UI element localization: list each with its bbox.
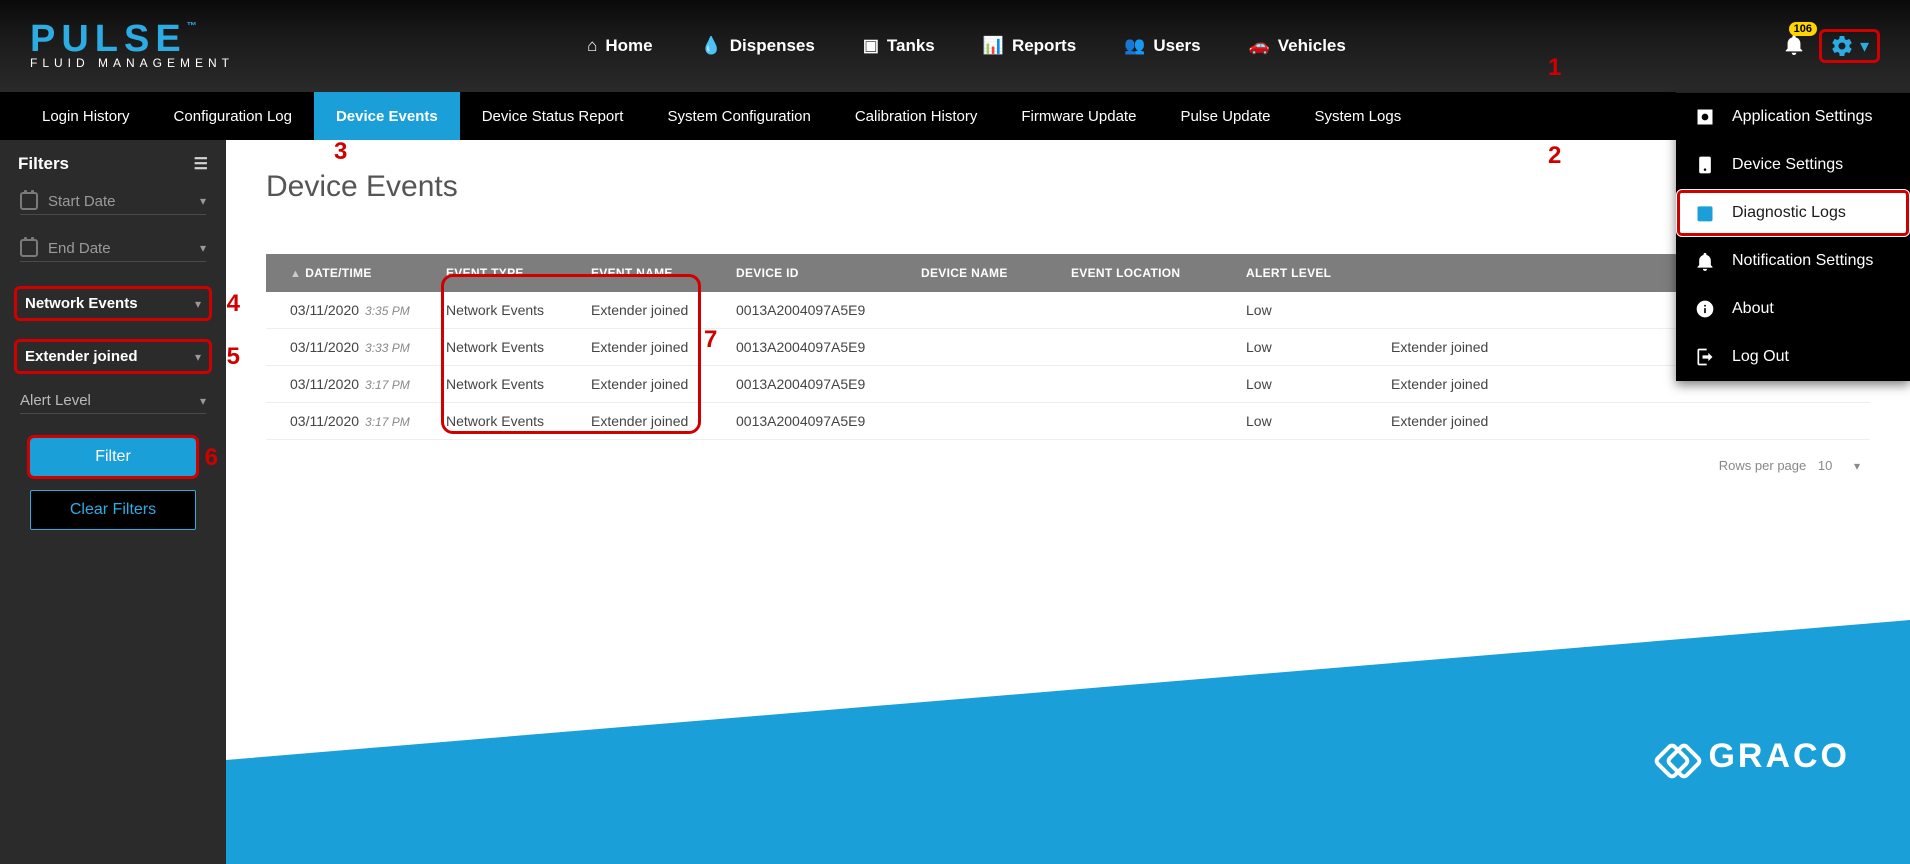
calendar-icon [1694, 203, 1716, 223]
menu-diagnostic-logs[interactable]: Diagnostic Logs [1676, 189, 1910, 237]
tab-login-history[interactable]: Login History [20, 92, 152, 140]
tab-device-status-report[interactable]: Device Status Report [460, 92, 646, 140]
col-datetime[interactable]: ▲DATE/TIME [266, 254, 436, 292]
page-body: Device Events ▲DATE/TIME EVENT TYPE EVEN… [226, 140, 1910, 620]
menu-log-out[interactable]: Log Out [1676, 333, 1910, 381]
chevron-down-icon: ▾ [200, 241, 206, 255]
chart-icon: 📊 [983, 36, 1004, 56]
main-panel: Device Events ▲DATE/TIME EVENT TYPE EVEN… [226, 140, 1910, 864]
filter-toggle-icon[interactable]: ☰ [194, 154, 208, 174]
footer-brand: GRACO [1658, 737, 1850, 776]
callout-7: 7 [704, 326, 717, 354]
footer: GRACO [226, 620, 1910, 864]
users-icon: 👥 [1124, 36, 1145, 56]
tab-device-events-highlight: Device Events [314, 92, 460, 140]
rows-per-page-value[interactable]: 10 [1818, 458, 1832, 473]
table-row[interactable]: 03/11/20203:33 PMNetwork EventsExtender … [266, 329, 1870, 366]
menu-about[interactable]: About [1676, 285, 1910, 333]
menu-notification-settings[interactable]: Notification Settings [1676, 237, 1910, 285]
settings-button[interactable]: ▾ [1819, 29, 1880, 63]
page-title: Device Events [266, 170, 1870, 204]
table-row[interactable]: 03/11/20203:17 PMNetwork EventsExtender … [266, 403, 1870, 440]
sub-nav: Login History Configuration Log Device E… [0, 92, 1910, 140]
tab-configuration-log[interactable]: Configuration Log [152, 92, 314, 140]
logo-tm: ™ [187, 21, 197, 32]
table-row[interactable]: 03/11/20203:17 PMNetwork EventsExtender … [266, 366, 1870, 403]
settings-square-icon [1694, 107, 1716, 127]
content: Filters ☰ Start Date ▾ End Date ▾ Networ… [0, 140, 1910, 864]
menu-application-settings[interactable]: Application Settings [1676, 93, 1910, 141]
bell-icon [1694, 251, 1716, 271]
vehicle-icon: 🚗 [1249, 36, 1270, 56]
tab-system-configuration[interactable]: System Configuration [645, 92, 832, 140]
table-row[interactable]: 03/11/20203:35 PMNetwork EventsExtender … [266, 292, 1870, 329]
nav-dispenses[interactable]: 💧Dispenses [701, 36, 815, 56]
info-icon [1694, 299, 1716, 319]
table-header-row: ▲DATE/TIME EVENT TYPE EVENT NAME DEVICE … [266, 254, 1870, 292]
callout-6: 6 [205, 444, 218, 472]
event-name-select[interactable]: Extender joined ▾ [14, 339, 212, 374]
sort-asc-icon: ▲ [290, 268, 301, 280]
graco-logo-icon [1658, 739, 1694, 775]
nav-users[interactable]: 👥Users [1124, 36, 1200, 56]
callout-1: 1 [1548, 54, 1561, 82]
tab-pulse-update[interactable]: Pulse Update [1158, 92, 1292, 140]
clear-filters-button[interactable]: Clear Filters [30, 490, 196, 530]
top-right: 106 ▾ [1783, 29, 1880, 63]
rows-per-page: Rows per page 10 ▾ [266, 440, 1870, 477]
event-type-select[interactable]: Network Events ▾ [14, 286, 212, 321]
events-table: ▲DATE/TIME EVENT TYPE EVENT NAME DEVICE … [266, 254, 1870, 477]
top-header: PULSE™ FLUID MANAGEMENT ⌂Home 💧Dispenses… [0, 0, 1910, 92]
drop-icon: 💧 [701, 36, 722, 56]
nav-reports[interactable]: 📊Reports [983, 36, 1076, 56]
callout-3: 3 [334, 138, 347, 166]
logo: PULSE™ FLUID MANAGEMENT [30, 22, 270, 70]
nav-home[interactable]: ⌂Home [587, 36, 653, 56]
device-icon [1694, 155, 1716, 175]
tab-calibration-history[interactable]: Calibration History [833, 92, 1000, 140]
logo-subtitle: FLUID MANAGEMENT [30, 56, 270, 70]
calendar-icon [20, 192, 38, 210]
chevron-down-icon: ▾ [200, 394, 206, 408]
tab-system-logs[interactable]: System Logs [1293, 92, 1424, 140]
filter-button[interactable]: Filter [30, 438, 196, 476]
col-device-id[interactable]: DEVICE ID [726, 254, 911, 292]
chevron-down-icon: ▾ [200, 194, 206, 208]
settings-menu: Application Settings Device Settings Dia… [1676, 92, 1910, 381]
gear-icon [1830, 34, 1854, 58]
tank-icon: ▣ [863, 36, 879, 56]
col-event-name[interactable]: EVENT NAME [581, 254, 726, 292]
end-date-input[interactable]: End Date ▾ [20, 239, 206, 262]
col-device-name[interactable]: DEVICE NAME [911, 254, 1061, 292]
menu-device-settings[interactable]: Device Settings [1676, 141, 1910, 189]
notifications-badge: 106 [1789, 22, 1817, 36]
chevron-down-icon: ▾ [1860, 36, 1869, 57]
tab-firmware-update[interactable]: Firmware Update [999, 92, 1158, 140]
start-date-input[interactable]: Start Date ▾ [20, 192, 206, 215]
logout-icon [1694, 347, 1716, 367]
callout-2: 2 [1548, 142, 1561, 170]
filters-header: Filters ☰ [14, 154, 212, 174]
home-icon: ⌂ [587, 36, 597, 56]
chevron-down-icon: ▾ [195, 350, 201, 364]
callout-5: 5 [227, 343, 240, 371]
sidebar: Filters ☰ Start Date ▾ End Date ▾ Networ… [0, 140, 226, 864]
chevron-down-icon[interactable]: ▾ [1854, 459, 1860, 473]
calendar-icon [20, 239, 38, 257]
col-event-type[interactable]: EVENT TYPE [436, 254, 581, 292]
filters-title: Filters [18, 154, 69, 174]
col-alert-level[interactable]: ALERT LEVEL [1236, 254, 1381, 292]
nav-vehicles[interactable]: 🚗Vehicles [1249, 36, 1346, 56]
logo-brand: PULSE [30, 18, 187, 60]
notifications-button[interactable]: 106 [1783, 32, 1805, 61]
chevron-down-icon: ▾ [195, 297, 201, 311]
nav-tanks[interactable]: ▣Tanks [863, 36, 935, 56]
alert-level-select[interactable]: Alert Level ▾ [20, 392, 206, 414]
callout-4: 4 [227, 290, 240, 318]
col-event-location[interactable]: EVENT LOCATION [1061, 254, 1236, 292]
tab-device-events[interactable]: Device Events [314, 92, 460, 140]
top-nav: ⌂Home 💧Dispenses ▣Tanks 📊Reports 👥Users … [270, 36, 1663, 56]
